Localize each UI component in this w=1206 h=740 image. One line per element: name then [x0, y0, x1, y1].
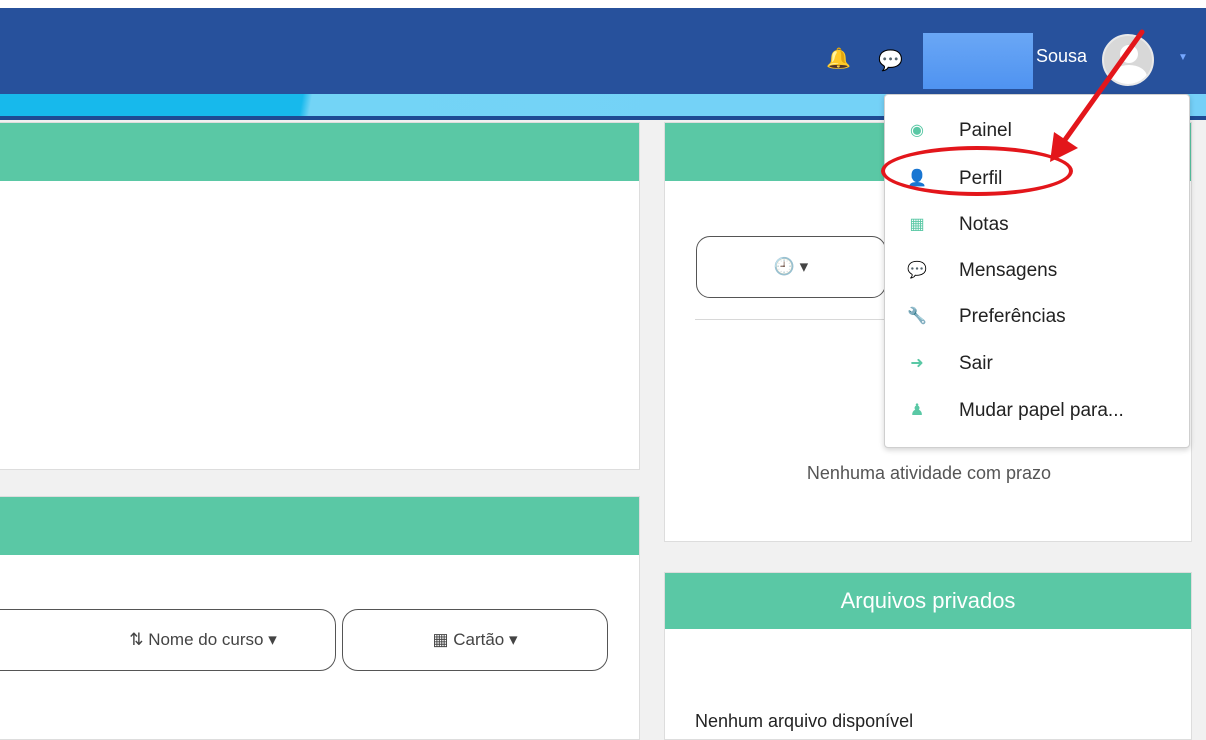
private-files-card: Arquivos privados Nenhum arquivo disponí… — [664, 572, 1192, 740]
chevron-down-icon: ▾ — [268, 630, 277, 649]
chevron-down-icon[interactable]: ▼ — [1178, 52, 1188, 63]
clock-icon: 🕘 — [773, 257, 795, 276]
chevron-down-icon: ▾ — [509, 630, 518, 649]
timeline-filter-button[interactable]: 🕘 ▾ — [696, 236, 886, 298]
card-left-top-header — [0, 123, 639, 181]
logout-icon: ➜ — [910, 355, 924, 372]
wrench-icon: 🔧 — [907, 308, 927, 325]
menu-item-notas[interactable]: ▦ Notas — [885, 201, 1189, 249]
timeline-empty-message: Nenhuma atividade com prazo — [806, 463, 1052, 483]
menu-item-sair[interactable]: ➜ Sair — [885, 340, 1189, 388]
chat-icon[interactable]: 💬 — [878, 48, 903, 73]
card-left-top — [0, 122, 640, 470]
private-files-title: Arquivos privados — [665, 573, 1191, 629]
chat-icon: 💬 — [907, 262, 927, 279]
view-label: Cartão — [453, 630, 505, 649]
sort-icon: ⇅ — [129, 630, 144, 649]
sort-label: Nome do curso — [148, 630, 264, 649]
bell-icon[interactable]: 🔔 — [826, 46, 851, 71]
menu-item-mensagens[interactable]: 💬 Mensagens — [885, 247, 1189, 295]
role-icon: ♟ — [909, 402, 925, 419]
dashboard-icon: ◉ — [910, 122, 924, 139]
navbar: 🔔 💬 Sousa ▼ — [0, 8, 1206, 94]
view-mode-button[interactable]: ▦ Cartão ▾ — [342, 609, 608, 671]
menu-item-mudar-papel[interactable]: ♟ Mudar papel para... — [885, 387, 1189, 435]
table-icon: ▦ — [909, 216, 925, 233]
redacted-name — [923, 33, 1033, 89]
grid-icon: ▦ — [432, 630, 449, 649]
private-files-empty-message: Nenhum arquivo disponível — [695, 711, 914, 731]
sort-courses-button[interactable]: ⇅ Nome do curso ▾ — [0, 609, 336, 671]
top-strip — [0, 0, 1206, 8]
menu-item-preferencias[interactable]: 🔧 Preferências — [885, 293, 1189, 341]
courses-card-header — [0, 497, 639, 555]
annotation-arrow — [1050, 29, 1145, 162]
